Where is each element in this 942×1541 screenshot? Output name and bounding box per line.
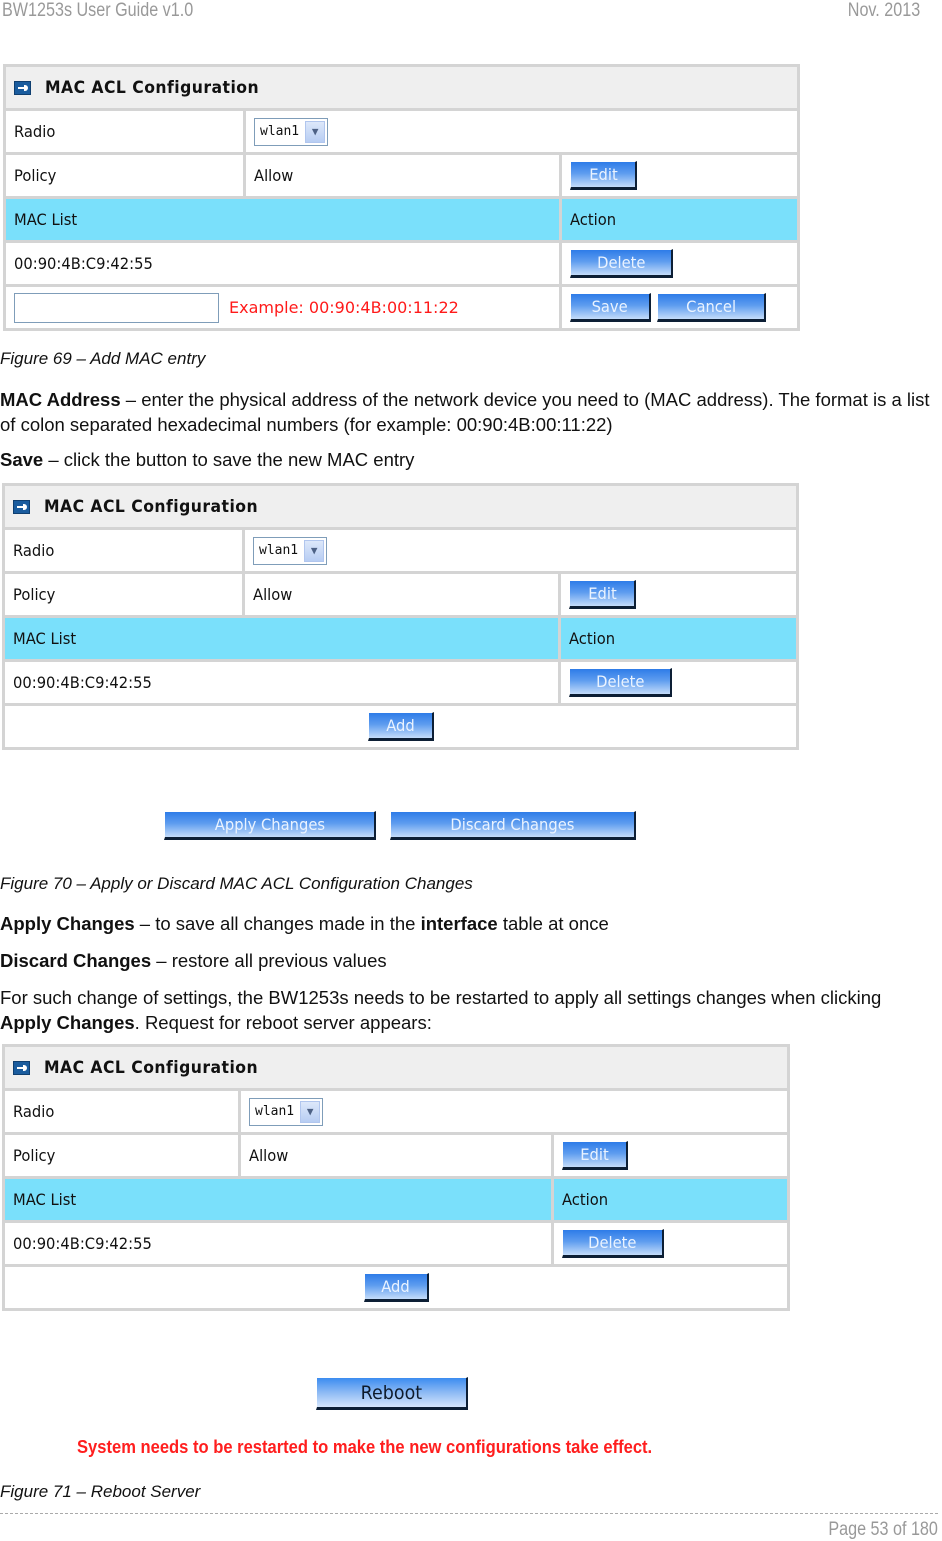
table-row: 00:90:4B:C9:42:55 Delete — [6, 243, 797, 284]
chevron-down-icon[interactable]: ▼ — [300, 1100, 321, 1123]
edit-button[interactable]: Edit — [569, 580, 636, 609]
table-row: 00:90:4B:C9:42:55 Delete — [5, 1223, 787, 1264]
mac-list-header: MAC List — [5, 618, 558, 659]
discard-changes-button[interactable]: Discard Changes — [390, 811, 636, 840]
mac-entry: 00:90:4B:C9:42:55 — [5, 1223, 551, 1264]
save-term: Save — [0, 449, 44, 470]
mac-acl-panel-fig69: MAC ACL Configuration Radio wlan1 ▼ Poli… — [3, 64, 800, 331]
radio-select-value: wlan1 — [259, 543, 299, 558]
mac-entry: 00:90:4B:C9:42:55 — [5, 662, 558, 703]
delete-button[interactable]: Delete — [562, 1229, 664, 1258]
arrow-square-icon — [13, 1060, 30, 1075]
add-button[interactable]: Add — [367, 712, 434, 741]
policy-label: Policy — [6, 155, 243, 196]
edit-button[interactable]: Edit — [570, 161, 637, 190]
panel-title: MAC ACL Configuration — [6, 67, 797, 108]
action-header: Action — [554, 1179, 787, 1220]
radio-select-value: wlan1 — [260, 124, 300, 139]
radio-select[interactable]: wlan1 ▼ — [254, 117, 329, 146]
mac-address-input[interactable] — [14, 292, 219, 323]
radio-label: Radio — [5, 1091, 238, 1132]
policy-value: Allow — [241, 1135, 551, 1176]
policy-label: Policy — [5, 574, 242, 615]
apply-changes-term: Apply Changes — [0, 913, 135, 934]
figure-70-caption: Figure 70 – Apply or Discard MAC ACL Con… — [0, 874, 473, 893]
edit-button[interactable]: Edit — [562, 1141, 628, 1170]
policy-value: Allow — [246, 155, 559, 196]
add-button[interactable]: Add — [363, 1273, 429, 1302]
figure-71-caption: Figure 71 – Reboot Server — [0, 1482, 201, 1501]
restart-description: For such change of settings, the BW1253s… — [0, 987, 882, 1033]
arrow-square-icon — [14, 80, 31, 95]
table-row: 00:90:4B:C9:42:55 Delete — [5, 662, 796, 703]
doc-date: Nov. 2013 — [847, 0, 920, 21]
delete-button[interactable]: Delete — [570, 249, 673, 278]
page-number: Page 53 of 180 — [828, 1519, 938, 1540]
panel-title: MAC ACL Configuration — [5, 486, 796, 527]
apply-changes-button[interactable]: Apply Changes — [164, 811, 376, 840]
mac-acl-panel-fig70: MAC ACL Configuration Radio wlan1 ▼ Poli… — [2, 483, 799, 750]
footer-divider — [0, 1513, 938, 1514]
chevron-down-icon[interactable]: ▼ — [305, 120, 326, 143]
delete-button[interactable]: Delete — [569, 668, 672, 697]
apply-changes-description: Apply Changes – to save all changes made… — [0, 913, 609, 934]
mac-example-hint: Example: 00:90:4B:00:11:22 — [229, 298, 459, 317]
mac-address-description: MAC Address – enter the physical address… — [0, 389, 930, 435]
mac-list-header: MAC List — [5, 1179, 551, 1220]
radio-label: Radio — [5, 530, 242, 571]
radio-select[interactable]: wlan1 ▼ — [249, 1097, 324, 1126]
mac-list-header: MAC List — [6, 199, 559, 240]
panel-title: MAC ACL Configuration — [5, 1047, 787, 1088]
action-header: Action — [561, 618, 796, 659]
reboot-button[interactable]: Reboot — [316, 1377, 468, 1410]
mac-entry: 00:90:4B:C9:42:55 — [6, 243, 559, 284]
action-header: Action — [562, 199, 797, 240]
mac-address-term: MAC Address — [0, 389, 121, 410]
discard-changes-term: Discard Changes — [0, 950, 152, 971]
mac-acl-panel-fig71: MAC ACL Configuration Radio wlan1 ▼ Poli… — [2, 1044, 790, 1311]
chevron-down-icon[interactable]: ▼ — [304, 539, 325, 562]
arrow-square-icon — [13, 499, 30, 514]
save-description: Save – click the button to save the new … — [0, 449, 415, 470]
radio-label: Radio — [6, 111, 243, 152]
discard-changes-description: Discard Changes – restore all previous v… — [0, 950, 387, 971]
radio-select-value: wlan1 — [255, 1104, 295, 1119]
doc-title: BW1253s User Guide v1.0 — [2, 0, 194, 21]
restart-warning: System needs to be restarted to make the… — [77, 1437, 653, 1457]
radio-select[interactable]: wlan1 ▼ — [253, 536, 328, 565]
figure-69-caption: Figure 69 – Add MAC entry — [0, 349, 206, 368]
policy-value: Allow — [245, 574, 558, 615]
policy-label: Policy — [5, 1135, 238, 1176]
save-button[interactable]: Save — [570, 293, 651, 322]
cancel-button[interactable]: Cancel — [657, 293, 766, 322]
